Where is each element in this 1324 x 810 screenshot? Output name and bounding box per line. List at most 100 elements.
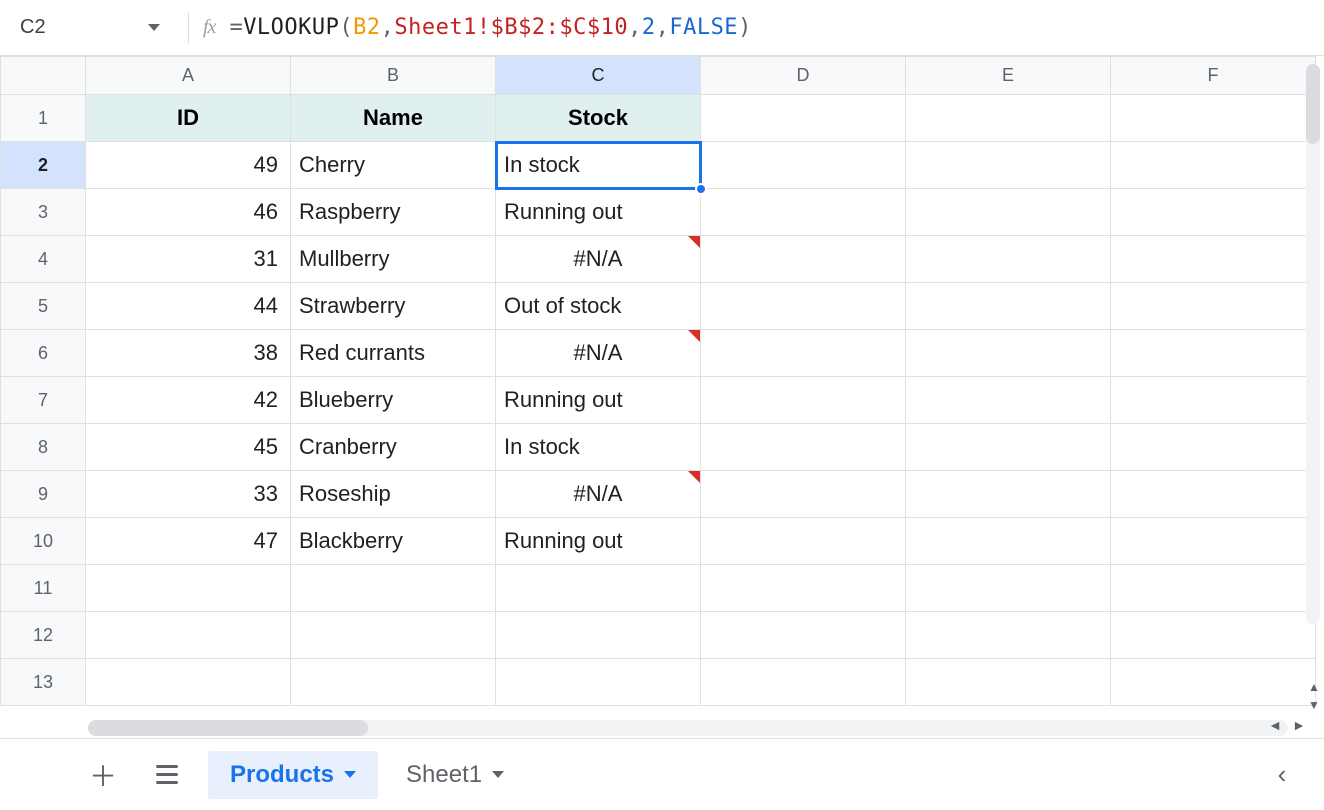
cell-D4[interactable] — [701, 236, 906, 283]
cell-B13[interactable] — [291, 659, 496, 706]
error-indicator-icon[interactable] — [688, 236, 700, 248]
chevron-down-icon[interactable] — [344, 771, 356, 778]
cell-A12[interactable] — [86, 612, 291, 659]
row-header-11[interactable]: 11 — [1, 565, 86, 612]
cell-B12[interactable] — [291, 612, 496, 659]
selection-fill-handle[interactable] — [695, 183, 707, 195]
cell-D13[interactable] — [701, 659, 906, 706]
cell-F6[interactable] — [1111, 330, 1316, 377]
cell-C2[interactable]: In stock — [496, 142, 701, 189]
cell-D6[interactable] — [701, 330, 906, 377]
cell-D10[interactable] — [701, 518, 906, 565]
row-header-7[interactable]: 7 — [1, 377, 86, 424]
cell-A4[interactable]: 31 — [86, 236, 291, 283]
column-header-D[interactable]: D — [701, 57, 906, 95]
add-sheet-button[interactable]: ＋ — [80, 752, 126, 798]
cell-E4[interactable] — [906, 236, 1111, 283]
chevron-down-icon[interactable] — [492, 771, 504, 778]
vertical-scrollbar-thumb[interactable] — [1306, 64, 1320, 144]
cell-B5[interactable]: Strawberry — [291, 283, 496, 330]
cell-A11[interactable] — [86, 565, 291, 612]
cell-C8[interactable]: In stock — [496, 424, 701, 471]
vertical-scrollbar-track[interactable] — [1306, 64, 1320, 624]
cell-A1[interactable]: ID — [86, 95, 291, 142]
cell-C5[interactable]: Out of stock — [496, 283, 701, 330]
all-sheets-button[interactable] — [144, 752, 190, 798]
cell-D7[interactable] — [701, 377, 906, 424]
horizontal-scroll-arrows[interactable]: ◄► — [1266, 716, 1308, 734]
cell-E13[interactable] — [906, 659, 1111, 706]
sheet-tab-products[interactable]: Products — [208, 751, 378, 799]
column-header-C[interactable]: C — [496, 57, 701, 95]
cell-B10[interactable]: Blackberry — [291, 518, 496, 565]
cell-F8[interactable] — [1111, 424, 1316, 471]
cell-C9[interactable]: #N/A — [496, 471, 701, 518]
cell-B7[interactable]: Blueberry — [291, 377, 496, 424]
cell-E1[interactable] — [906, 95, 1111, 142]
cell-B3[interactable]: Raspberry — [291, 189, 496, 236]
cell-A10[interactable]: 47 — [86, 518, 291, 565]
row-header-6[interactable]: 6 — [1, 330, 86, 377]
cell-A2[interactable]: 49 — [86, 142, 291, 189]
cell-E3[interactable] — [906, 189, 1111, 236]
cell-C6[interactable]: #N/A — [496, 330, 701, 377]
sheet-tab-sheet1[interactable]: Sheet1 — [384, 751, 526, 799]
cell-C7[interactable]: Running out — [496, 377, 701, 424]
row-header-2[interactable]: 2 — [1, 142, 86, 189]
cell-C1[interactable]: Stock — [496, 95, 701, 142]
cell-A7[interactable]: 42 — [86, 377, 291, 424]
cell-A8[interactable]: 45 — [86, 424, 291, 471]
cell-E7[interactable] — [906, 377, 1111, 424]
cell-B2[interactable]: Cherry — [291, 142, 496, 189]
cell-D11[interactable] — [701, 565, 906, 612]
cell-E8[interactable] — [906, 424, 1111, 471]
row-header-3[interactable]: 3 — [1, 189, 86, 236]
cell-C12[interactable] — [496, 612, 701, 659]
row-header-10[interactable]: 10 — [1, 518, 86, 565]
explore-button[interactable]: ‹ — [1264, 756, 1300, 792]
name-box[interactable]: C2 — [10, 12, 170, 43]
cell-F9[interactable] — [1111, 471, 1316, 518]
cell-E9[interactable] — [906, 471, 1111, 518]
cell-A9[interactable]: 33 — [86, 471, 291, 518]
cell-D12[interactable] — [701, 612, 906, 659]
cell-E6[interactable] — [906, 330, 1111, 377]
cell-C11[interactable] — [496, 565, 701, 612]
vertical-scroll-arrows[interactable]: ▲▼ — [1306, 680, 1322, 714]
cell-D3[interactable] — [701, 189, 906, 236]
cell-A13[interactable] — [86, 659, 291, 706]
row-header-5[interactable]: 5 — [1, 283, 86, 330]
row-header-8[interactable]: 8 — [1, 424, 86, 471]
horizontal-scrollbar-thumb[interactable] — [88, 720, 368, 736]
cell-E10[interactable] — [906, 518, 1111, 565]
row-header-4[interactable]: 4 — [1, 236, 86, 283]
cell-F7[interactable] — [1111, 377, 1316, 424]
cell-F3[interactable] — [1111, 189, 1316, 236]
row-header-13[interactable]: 13 — [1, 659, 86, 706]
column-header-B[interactable]: B — [291, 57, 496, 95]
cell-B6[interactable]: Red currants — [291, 330, 496, 377]
cell-C3[interactable]: Running out — [496, 189, 701, 236]
cell-B8[interactable]: Cranberry — [291, 424, 496, 471]
cell-D5[interactable] — [701, 283, 906, 330]
cell-A3[interactable]: 46 — [86, 189, 291, 236]
cell-F12[interactable] — [1111, 612, 1316, 659]
cell-E5[interactable] — [906, 283, 1111, 330]
cell-C13[interactable] — [496, 659, 701, 706]
row-header-1[interactable]: 1 — [1, 95, 86, 142]
spreadsheet-grid[interactable]: ABCDEF 1IDNameStock249CherryIn stock346R… — [0, 56, 1324, 738]
cell-F4[interactable] — [1111, 236, 1316, 283]
formula-input[interactable]: =VLOOKUP(B2,Sheet1!$B$2:$C$10,2,FALSE) — [229, 15, 751, 40]
cell-F10[interactable] — [1111, 518, 1316, 565]
cell-D8[interactable] — [701, 424, 906, 471]
chevron-down-icon[interactable] — [148, 24, 160, 31]
cell-E2[interactable] — [906, 142, 1111, 189]
cell-C4[interactable]: #N/A — [496, 236, 701, 283]
cell-D1[interactable] — [701, 95, 906, 142]
cell-B9[interactable]: Roseship — [291, 471, 496, 518]
cell-F1[interactable] — [1111, 95, 1316, 142]
cell-E12[interactable] — [906, 612, 1111, 659]
cell-B11[interactable] — [291, 565, 496, 612]
cell-D2[interactable] — [701, 142, 906, 189]
column-header-E[interactable]: E — [906, 57, 1111, 95]
